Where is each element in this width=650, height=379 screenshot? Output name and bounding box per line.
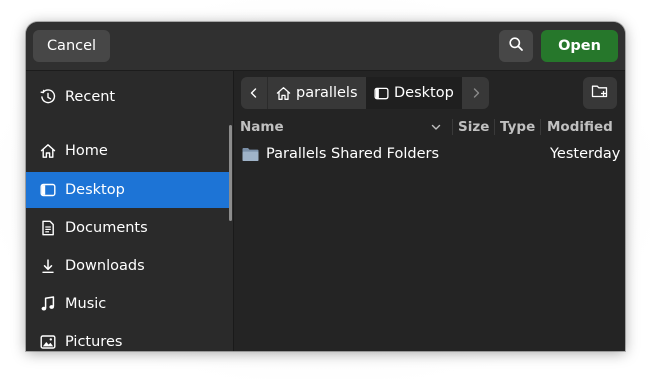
file-view: parallels Desktop Name Size Type Modifie… (234, 71, 625, 351)
picture-icon (39, 333, 57, 351)
file-name: Parallels Shared Folders (266, 146, 440, 162)
home-icon (39, 142, 57, 160)
sidebar-item-label: Documents (65, 220, 148, 236)
folder-icon (242, 141, 259, 167)
clock-icon (39, 88, 57, 106)
sidebar-item-label: Pictures (65, 334, 123, 350)
breadcrumb-label: parallels (296, 85, 358, 101)
column-separator (494, 119, 495, 135)
sidebar-item-desktop[interactable]: Desktop (26, 172, 231, 208)
sidebar-item-downloads[interactable]: Downloads (26, 248, 231, 284)
chevron-right-icon (470, 84, 482, 103)
search-icon (508, 36, 524, 56)
open-button[interactable]: Open (541, 30, 618, 62)
home-icon (276, 86, 291, 100)
path-scroll-left-button[interactable] (241, 77, 268, 109)
column-header-size[interactable]: Size (458, 115, 489, 139)
sidebar-scrollbar[interactable] (229, 125, 232, 221)
column-separator (452, 119, 453, 135)
music-icon (39, 295, 57, 313)
breadcrumb-label: Desktop (394, 85, 454, 101)
new-folder-icon (591, 83, 609, 103)
sidebar-item-music[interactable]: Music (26, 286, 231, 322)
sidebar-item-documents[interactable]: Documents (26, 210, 231, 246)
column-header-type[interactable]: Type (500, 115, 535, 139)
column-label: Size (458, 119, 490, 135)
sort-chevron-down-icon[interactable] (430, 115, 442, 139)
places-sidebar: Recent Home Desktop Documents Downloads (26, 71, 234, 351)
column-label: Name (240, 119, 284, 135)
sidebar-item-pictures[interactable]: Pictures (26, 324, 231, 351)
search-button[interactable] (499, 30, 533, 62)
file-modified: Yesterday (550, 146, 621, 162)
column-header-modified[interactable]: Modified (547, 115, 613, 139)
document-icon (39, 219, 57, 237)
sidebar-item-label: Desktop (65, 182, 125, 198)
cancel-button-label: Cancel (46, 38, 97, 54)
sidebar-item-label: Music (65, 296, 107, 312)
column-header-row: Name Size Type Modified (234, 115, 625, 139)
file-row[interactable]: Parallels Shared Folders Yesterday (234, 141, 625, 167)
header-bar: Cancel Open (26, 22, 625, 71)
desktop-icon (374, 87, 389, 99)
sidebar-item-recent[interactable]: Recent (26, 79, 231, 115)
column-label: Type (500, 119, 536, 135)
breadcrumb-desktop[interactable]: Desktop (366, 77, 462, 109)
desktop-icon (39, 181, 57, 199)
sidebar-item-home[interactable]: Home (26, 133, 231, 169)
path-scroll-right-button[interactable] (463, 77, 489, 109)
breadcrumb-parallels[interactable]: parallels (268, 77, 366, 109)
download-icon (39, 257, 57, 275)
chevron-left-icon (248, 84, 260, 103)
column-label: Modified (547, 119, 613, 135)
path-bar: parallels Desktop (241, 77, 489, 109)
sidebar-item-label: Downloads (65, 258, 145, 274)
sidebar-item-label: Recent (65, 89, 116, 105)
column-separator (540, 119, 541, 135)
open-button-label: Open (558, 38, 601, 54)
column-header-name[interactable]: Name (240, 115, 284, 139)
sidebar-item-label: Home (65, 143, 108, 159)
new-folder-button[interactable] (583, 77, 617, 109)
file-chooser-dialog: Cancel Open Recent Home Desktop Document… (26, 22, 625, 351)
cancel-button[interactable]: Cancel (33, 30, 110, 62)
